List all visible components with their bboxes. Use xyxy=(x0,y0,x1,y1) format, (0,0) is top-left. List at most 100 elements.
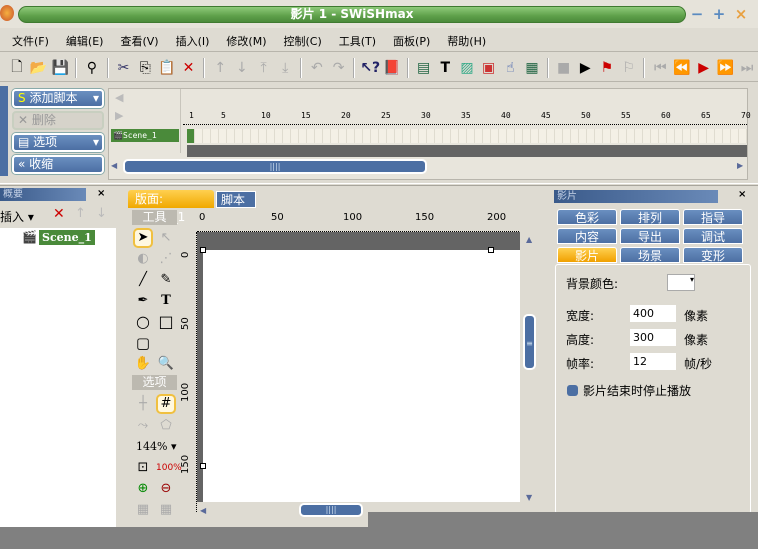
scroll-right-icon[interactable]: ▶ xyxy=(737,161,743,170)
move-down-icon[interactable]: ↓ xyxy=(96,206,107,221)
minimize-button[interactable]: − xyxy=(688,5,706,23)
insert-text-icon[interactable]: T xyxy=(434,60,456,76)
scroll-down-icon[interactable]: ▼ xyxy=(526,493,532,502)
zoom-select[interactable]: 144% ▾ xyxy=(136,440,176,453)
close-icon[interactable]: × xyxy=(738,189,746,200)
menu-panels[interactable]: 面板(P) xyxy=(393,33,430,49)
fps-field[interactable]: 12 xyxy=(630,353,676,370)
maximize-button[interactable]: + xyxy=(710,5,728,23)
timeline-ruler[interactable]: 1 5 10 15 20 25 30 35 40 45 50 55 60 65 70 xyxy=(183,107,751,125)
insert-sprite-icon[interactable]: ▦ xyxy=(521,60,543,76)
text-tool-icon[interactable]: T xyxy=(156,291,176,311)
tab-scene[interactable]: 场景 xyxy=(620,247,680,263)
insert-button[interactable]: 插入 ▾ xyxy=(0,208,34,225)
tab-export[interactable]: 导出 xyxy=(620,228,680,244)
collapse-button[interactable]: « 收缩 xyxy=(12,155,104,174)
snap-grid-icon[interactable]: ┼ xyxy=(133,394,153,414)
delete-button[interactable]: ✕ 删除 xyxy=(12,111,104,130)
outline-scene-item[interactable]: Scene_1 xyxy=(39,230,95,245)
new-icon[interactable]: 🗋 xyxy=(6,56,28,80)
open-icon[interactable]: 📂 xyxy=(28,60,50,76)
selection-handle[interactable] xyxy=(200,463,206,469)
first-frame-icon[interactable]: ⏮ xyxy=(649,60,671,76)
subselect-tool-icon[interactable]: ↖ xyxy=(156,228,176,248)
height-field[interactable]: 300 xyxy=(630,329,676,346)
vertical-scrollbar[interactable]: ≡ xyxy=(523,314,536,370)
snap-guides-icon[interactable]: # xyxy=(156,394,176,414)
tab-transform[interactable]: 变形 xyxy=(683,247,743,263)
menu-control[interactable]: 控制(C) xyxy=(283,33,321,49)
menu-help[interactable]: 帮助(H) xyxy=(447,33,486,49)
close-icon[interactable]: × xyxy=(97,188,105,199)
tab-color[interactable]: 色彩 xyxy=(557,209,617,225)
copy-icon[interactable]: ⎘ xyxy=(134,60,156,76)
scroll-left-icon[interactable]: ◀ xyxy=(111,161,117,170)
play-timeline-icon[interactable]: ⚑ xyxy=(596,60,618,76)
reshape-tool-icon[interactable]: ◐ xyxy=(133,249,153,269)
help-icon[interactable]: ↖? xyxy=(359,60,381,76)
bg-color-picker[interactable]: ▾ xyxy=(667,274,695,291)
play-icon[interactable]: ▶ xyxy=(574,60,596,76)
transform-option-icon[interactable]: ⬠ xyxy=(156,416,176,436)
undo-icon[interactable]: ↶ xyxy=(306,60,328,76)
curve-option-icon[interactable]: ⤳ xyxy=(133,416,153,436)
grid-icon[interactable]: ▦ xyxy=(133,500,153,520)
zoom-out-icon[interactable]: ⊖ xyxy=(156,479,176,499)
prev-icon[interactable]: ◀ xyxy=(115,91,123,104)
width-field[interactable]: 400 xyxy=(630,305,676,322)
menu-insert[interactable]: 插入(I) xyxy=(176,33,210,49)
insert-content-icon[interactable]: ▣ xyxy=(478,60,500,76)
find-icon[interactable]: ⚲ xyxy=(81,60,103,76)
play-effect-icon[interactable]: ⚐ xyxy=(618,60,640,76)
horizontal-scrollbar[interactable]: |||| xyxy=(299,503,363,517)
play-frame-icon[interactable]: ▶ xyxy=(693,60,715,76)
tab-guide[interactable]: 指导 xyxy=(683,209,743,225)
pen-tool-icon[interactable]: ✒ xyxy=(133,291,153,311)
tab-movie[interactable]: 影片 xyxy=(557,247,617,263)
zoom-tool-icon[interactable]: 🔍 xyxy=(156,354,176,374)
menu-tools[interactable]: 工具(T) xyxy=(339,33,376,49)
move-bottom-icon[interactable]: ⤓ xyxy=(274,60,296,76)
delete-icon[interactable]: ✕ xyxy=(178,60,200,76)
move-up-icon[interactable]: ↑ xyxy=(75,206,86,221)
cut-icon[interactable]: ✂ xyxy=(113,60,135,76)
last-frame-icon[interactable]: ⏭ xyxy=(736,60,758,76)
timeline-scene-row[interactable]: 🎬Scene_1 xyxy=(111,129,179,142)
splitter[interactable] xyxy=(0,183,758,186)
add-script-button[interactable]: S 添加脚本 ▾ xyxy=(12,89,104,108)
hand-tool-icon[interactable]: ✋ xyxy=(133,354,153,374)
insert-image-icon[interactable]: ▨ xyxy=(456,60,478,76)
rectangle-tool-icon[interactable]: □ xyxy=(156,312,176,332)
tab-content[interactable]: 内容 xyxy=(557,228,617,244)
options-button[interactable]: ▤ 选项 ▾ xyxy=(12,133,104,152)
selection-handle[interactable] xyxy=(488,247,494,253)
tab-arrange[interactable]: 排列 xyxy=(620,209,680,225)
ellipse-tool-icon[interactable]: ○ xyxy=(133,312,153,332)
pencil-tool-icon[interactable]: ✎ xyxy=(156,270,176,290)
autoshape-tool-icon[interactable]: ▢ xyxy=(133,333,153,353)
stop-icon[interactable]: ■ xyxy=(553,60,575,76)
menu-edit[interactable]: 编辑(E) xyxy=(66,33,104,49)
scroll-left-icon[interactable]: ◀ xyxy=(200,506,206,515)
motion-path-tool-icon[interactable]: ⋰ xyxy=(156,249,176,269)
grid-select-icon[interactable]: ▦ xyxy=(156,500,176,520)
close-button[interactable]: × xyxy=(732,5,750,23)
selection-handle[interactable] xyxy=(200,247,206,253)
move-up-icon[interactable]: ↑ xyxy=(209,60,231,76)
delete-icon[interactable]: ✕ xyxy=(53,206,65,222)
redo-icon[interactable]: ↷ xyxy=(328,60,350,76)
prev-frame-icon[interactable]: ⏪ xyxy=(671,60,693,76)
stage-canvas[interactable] xyxy=(203,250,520,502)
paste-icon[interactable]: 📋 xyxy=(156,60,178,76)
zoom-100-icon[interactable]: 100% xyxy=(156,458,182,478)
book-icon[interactable]: 📕 xyxy=(381,60,403,76)
insert-scene-icon[interactable]: ▤ xyxy=(413,60,435,76)
save-icon[interactable]: 💾 xyxy=(49,60,71,76)
line-tool-icon[interactable]: ╱ xyxy=(133,270,153,290)
zoom-in-icon[interactable]: ⊕ xyxy=(133,479,153,499)
move-top-icon[interactable]: ⤒ xyxy=(253,60,275,76)
menu-file[interactable]: 文件(F) xyxy=(12,33,49,49)
tab-debug[interactable]: 调试 xyxy=(683,228,743,244)
keyframe[interactable] xyxy=(187,129,194,143)
stop-at-end-checkbox[interactable] xyxy=(567,385,578,396)
